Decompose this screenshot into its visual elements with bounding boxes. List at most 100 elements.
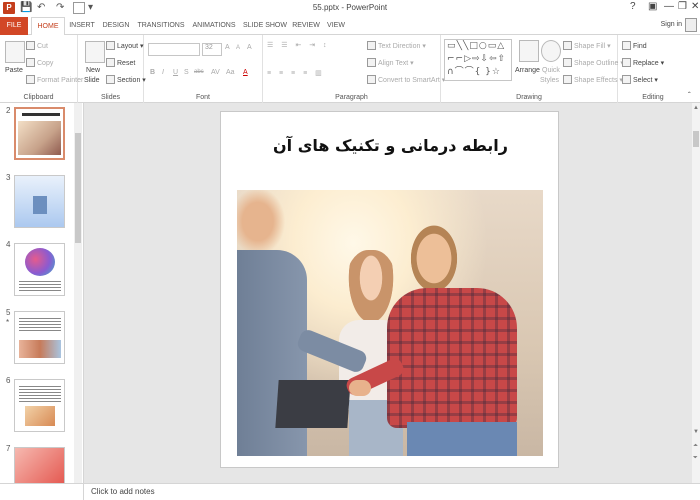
shape-outline-button[interactable]: Shape Outline ▾ (563, 58, 624, 67)
font-group: 32 A A A B I U S abc AV Aa A Font (144, 35, 263, 103)
man-right-plaid-shirt (387, 288, 517, 428)
minimize-icon[interactable]: — (664, 1, 674, 12)
underline-button[interactable]: U (173, 69, 178, 76)
tab-slide-show[interactable]: SLIDE SHOW (243, 17, 287, 35)
notes-pane[interactable]: Click to add notes (84, 483, 700, 500)
slide-scrollbar-thumb[interactable] (693, 131, 699, 147)
restore-icon[interactable]: ❐ (678, 1, 687, 12)
shrink-font-button[interactable]: A (236, 45, 240, 51)
tab-review[interactable]: REVIEW (292, 17, 320, 35)
clear-formatting-button[interactable]: A (247, 44, 252, 51)
sign-in-link[interactable]: Sign in (661, 21, 682, 28)
align-text-icon (367, 58, 376, 67)
shadow-button[interactable]: abc (194, 69, 204, 75)
avatar[interactable] (685, 18, 697, 32)
tab-transitions[interactable]: TRANSITIONS (137, 17, 185, 35)
font-size-combo[interactable]: 32 (202, 43, 222, 56)
new-slide-button-line2[interactable]: Slide (84, 77, 100, 84)
copy-button[interactable]: Copy (26, 58, 53, 67)
scroll-up-icon[interactable]: ▲ (693, 105, 699, 111)
thumbnail-number: 7 (6, 444, 11, 453)
thumbnail-number: 2 (6, 106, 11, 115)
replace-button[interactable]: Replace ▾ (622, 58, 664, 67)
slide-thumbnail-4[interactable] (14, 243, 65, 296)
list-buttons[interactable]: ☰ ☰ ⇤ ⇥ ↕ (267, 41, 330, 49)
ribbon-tabs: FILE HOME INSERT DESIGN TRANSITIONS ANIM… (0, 17, 700, 36)
slide-thumbnail-2[interactable] (14, 107, 65, 160)
shapes-row: ▭╲╲□○▭△ (447, 41, 506, 51)
shape-fill-button[interactable]: Shape Fill ▾ (563, 41, 611, 50)
slide-thumbnail-5[interactable] (14, 311, 65, 364)
quick-styles-button-line2[interactable]: Styles (540, 77, 559, 84)
arrange-icon[interactable] (519, 40, 539, 62)
layout-icon (106, 41, 115, 50)
clipboard-group: Paste Cut Copy Format Painter Clipboard (0, 35, 83, 103)
font-name-combo[interactable] (148, 43, 200, 56)
slide-thumbnail-6[interactable] (14, 379, 65, 432)
slide-thumbnail-3[interactable] (14, 175, 65, 228)
shape-effects-button[interactable]: Shape Effects ▾ (563, 75, 623, 84)
thumbnails-scrollbar[interactable] (74, 103, 82, 483)
close-icon[interactable]: ✕ (691, 1, 699, 12)
tab-design[interactable]: DESIGN (101, 17, 131, 35)
work-area: 2 3 4 5 * 6 7 رابطه درمانی و تکنیک های آ… (0, 103, 700, 483)
section-button[interactable]: Section ▾ (106, 75, 146, 84)
thumbnail-number: 4 (6, 240, 11, 249)
tab-file[interactable]: FILE (0, 17, 28, 35)
ribbon-display-options-icon[interactable]: ▣ (648, 1, 657, 12)
next-slide-icon[interactable]: ⏷ (693, 455, 698, 462)
strikethrough-button[interactable]: S (184, 69, 189, 76)
slide-thumbnails-pane: 2 3 4 5 * 6 7 (0, 103, 84, 483)
select-button[interactable]: Select ▾ (622, 75, 658, 84)
tab-animations[interactable]: ANIMATIONS (190, 17, 238, 35)
font-group-label: Font (195, 94, 210, 101)
previous-slide-icon[interactable]: ⏶ (693, 443, 698, 450)
bold-button[interactable]: B (150, 69, 155, 76)
collapse-ribbon-icon[interactable]: ˆ (688, 91, 691, 100)
thumbnail-animation-marker: * (6, 318, 10, 327)
layout-button[interactable]: Layout ▾ (106, 41, 144, 50)
editing-group-label: Editing (642, 94, 664, 101)
convert-smartart-button[interactable]: Convert to SmartArt ▾ (367, 75, 445, 84)
font-color-button[interactable]: A (243, 69, 248, 76)
shapes-gallery[interactable]: ▭╲╲□○▭△ ⌐⌐▷⇨⇩⇦⇧ ∩⌒⌒{ }☆ (444, 39, 512, 81)
quick-styles-icon[interactable] (541, 40, 561, 62)
change-case-button[interactable]: Aa (226, 69, 235, 76)
italic-button[interactable]: I (162, 69, 164, 76)
slide-thumbnail-7[interactable] (14, 447, 65, 483)
slides-group: New Slide Layout ▾ Reset Section ▾ Slide… (78, 35, 146, 103)
slide-scrollbar[interactable]: ▲ ▼ ⏶ ⏷ (692, 103, 700, 483)
slide-title[interactable]: رابطه درمانی و تکنیک های آن (221, 136, 560, 155)
scissors-icon (26, 41, 35, 50)
slide-photo[interactable] (237, 190, 543, 456)
format-painter-button[interactable]: Format Painter (26, 75, 83, 84)
paste-icon[interactable] (5, 41, 25, 63)
tab-home[interactable]: HOME (31, 17, 65, 36)
handshake (349, 380, 371, 396)
character-spacing-button[interactable]: AV (211, 69, 220, 76)
arrange-button[interactable]: Arrange (515, 67, 540, 74)
new-slide-icon[interactable] (85, 41, 105, 63)
tab-view[interactable]: VIEW (325, 17, 347, 35)
scroll-down-icon[interactable]: ▼ (693, 429, 699, 435)
align-text-button[interactable]: Align Text ▾ (367, 58, 414, 67)
copy-icon (26, 58, 35, 67)
quick-styles-button[interactable]: Quick (542, 67, 560, 74)
reset-button[interactable]: Reset (106, 58, 135, 67)
thumbnail-photo (18, 121, 61, 155)
find-button[interactable]: Find (622, 41, 647, 50)
thumbnails-scrollbar-thumb[interactable] (75, 133, 81, 243)
editing-group: Find Replace ▾ Select ▾ Editing (618, 35, 688, 103)
effects-icon (563, 75, 572, 84)
alignment-buttons[interactable]: ≡ ≡ ≡ ≡ ▥ (267, 69, 325, 77)
cut-button[interactable]: Cut (26, 41, 48, 50)
help-icon[interactable]: ? (630, 1, 636, 12)
slide-canvas[interactable]: رابطه درمانی و تکنیک های آن (220, 111, 559, 468)
tab-insert[interactable]: INSERT (68, 17, 96, 35)
replace-icon (622, 58, 631, 67)
text-direction-button[interactable]: Text Direction ▾ (367, 41, 426, 50)
grow-font-button[interactable]: A (225, 44, 230, 51)
ribbon: Paste Cut Copy Format Painter Clipboard … (0, 35, 700, 103)
paste-button[interactable]: Paste (5, 67, 23, 74)
new-slide-button[interactable]: New (86, 67, 100, 74)
